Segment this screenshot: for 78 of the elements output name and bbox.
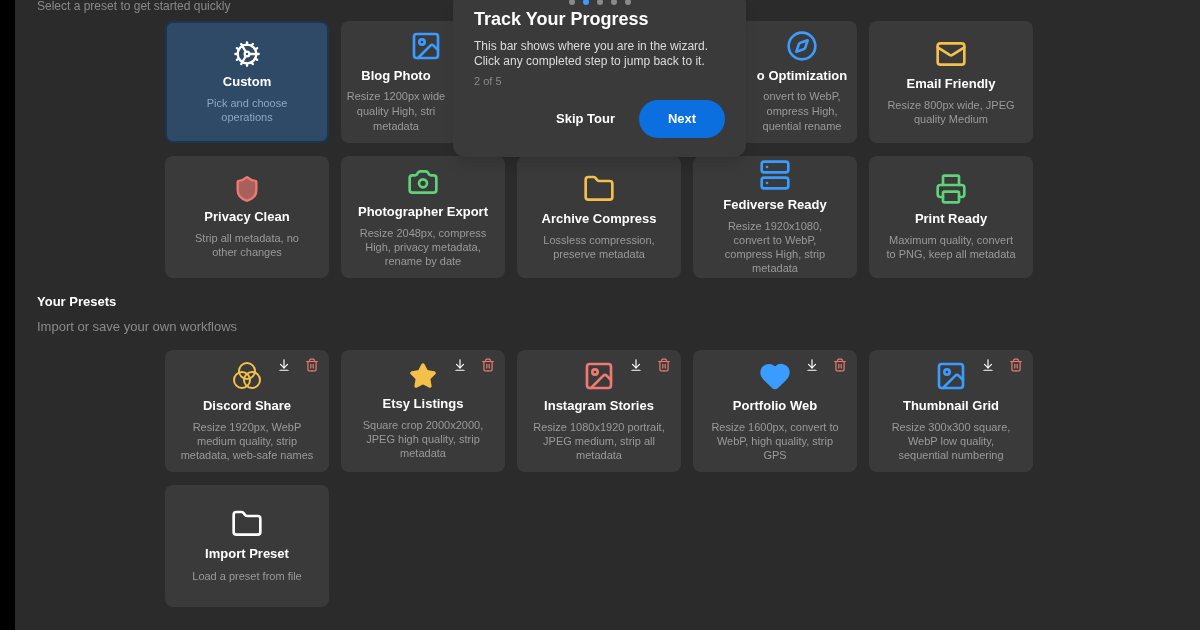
card-title: Instagram Stories: [544, 397, 654, 416]
card-description: Strip all metadata, no other changes: [194, 230, 300, 259]
step-counter: 2 of 5: [474, 74, 503, 89]
download-icon: [805, 358, 819, 372]
card-description: Resize 1920px, WebP medium quality, strip metadata, web-safe names: [179, 419, 315, 462]
server-icon: [759, 159, 791, 192]
card-description: Maximum quality, convert to PNG, keep all metadata: [885, 232, 1017, 261]
trash-icon: [1009, 358, 1023, 372]
card-description: Resize 1200px wide: [346, 89, 446, 105]
delete-button[interactable]: [481, 358, 495, 372]
delete-button[interactable]: [657, 358, 671, 372]
delete-button[interactable]: [305, 358, 319, 372]
preset-card[interactable]: Thumbnail Grid Resize 300x300 square, WebP low quality, sequential numbering: [869, 350, 1033, 472]
export-button[interactable]: [981, 358, 995, 372]
star-icon: [409, 362, 437, 391]
import-card[interactable]: Import Preset Load a preset from file: [165, 485, 329, 607]
card-description: Lossless compression, preserve metadata: [542, 232, 656, 261]
download-icon: [629, 358, 643, 372]
trash-icon: [657, 358, 671, 372]
preset-card[interactable]: Photographer Export Resize 2048px, compress High, privacy metadata, rename by date: [341, 156, 505, 278]
section-subtitle: Select a preset to get started quickly: [37, 0, 231, 13]
card-description: quential rename: [762, 119, 842, 135]
next-button[interactable]: Next: [639, 99, 725, 138]
card-description: Resize 1600px, convert to WebP, high quality, strip GPS: [710, 419, 840, 462]
card-description: Resize 300x300 square, WebP low quality, sequential numbering: [890, 419, 1012, 462]
card-title: Custom: [222, 73, 272, 92]
card-description: Load a preset from file: [192, 568, 302, 584]
preset-card[interactable]: Print Ready Maximum quality, convert to PNG, keep all metadata: [869, 156, 1033, 278]
card-title: Import Preset: [205, 545, 289, 563]
card-title: Fediverse Ready: [723, 196, 827, 215]
card-title: Archive Compress: [541, 210, 657, 229]
card-description: Square crop 2000x2000, JPEG high quality, strip metadata: [361, 417, 485, 460]
card-description: onvert to WebP,: [763, 89, 841, 105]
export-button[interactable]: [805, 358, 819, 372]
card-title: Thumbnail Grid: [902, 397, 1000, 416]
delete-button[interactable]: [833, 358, 847, 372]
export-button[interactable]: [453, 358, 467, 372]
card-title: Portfolio Web: [732, 397, 818, 416]
download-icon: [453, 358, 467, 372]
card-description: Pick and choose operations: [205, 95, 289, 124]
download-icon: [277, 358, 291, 372]
export-button[interactable]: [629, 358, 643, 372]
card-description: metadata: [373, 119, 419, 135]
printer-icon: [935, 173, 967, 206]
compass-icon: [786, 29, 818, 62]
skip-tour-button[interactable]: Skip Tour: [538, 99, 633, 138]
card-title: Email Friendly: [906, 75, 996, 94]
preset-card[interactable]: Fediverse Ready Resize 1920x1080, convert to WebP, compress High, strip metadata: [693, 156, 857, 278]
card-title: Privacy Clean: [204, 208, 290, 227]
card-description: Resize 1080x1920 portrait, JPEG medium, strip all metadata: [532, 419, 666, 462]
preset-card[interactable]: Portfolio Web Resize 1600px, convert to WebP, high quality, strip GPS: [693, 350, 857, 472]
preset-card[interactable]: Custom Pick and choose operations: [165, 21, 329, 143]
card-title: Discord Share: [202, 397, 292, 416]
card-description: Resize 1920x1080, convert to WebP, compress High, strip metadata: [723, 218, 827, 275]
card-title: o Optimization: [756, 66, 848, 85]
card-title: Etsy Listings: [382, 395, 464, 414]
preset-card[interactable]: Discord Share Resize 1920px, WebP medium quality, strip metadata, web-safe names: [165, 350, 329, 472]
preset-card[interactable]: Archive Compress Lossless compression, preserve metadata: [517, 156, 681, 278]
gear-icon: [233, 40, 261, 69]
card-title: Photographer Export: [358, 203, 488, 222]
download-icon: [981, 358, 995, 372]
trash-icon: [833, 358, 847, 372]
section-subtitle: Import or save your own workflows: [37, 317, 239, 336]
trash-icon: [305, 358, 319, 372]
card-description: quality High, stri: [356, 104, 436, 120]
preset-card[interactable]: Privacy Clean Strip all metadata, no other changes: [165, 156, 329, 278]
trash-icon: [481, 358, 495, 372]
export-button[interactable]: [277, 358, 291, 372]
preset-card[interactable]: Email Friendly Resize 800px wide, JPEG quality Medium: [869, 21, 1033, 143]
section-title: Your Presets: [37, 293, 118, 311]
card-description: Resize 2048px, compress High, privacy metadata, rename by date: [358, 225, 488, 268]
card-title: Print Ready: [914, 210, 988, 229]
card-description: Resize 800px wide, JPEG quality Medium: [886, 97, 1016, 126]
preset-card[interactable]: Instagram Stories Resize 1080x1920 portrait, JPEG medium, strip all metadata: [517, 350, 681, 472]
delete-button[interactable]: [1009, 358, 1023, 372]
card-description: ompress High,: [766, 104, 838, 120]
card-title: Blog Photo: [361, 66, 431, 85]
preset-card[interactable]: Etsy Listings Square crop 2000x2000, JPEG high quality, strip metadata: [341, 350, 505, 472]
